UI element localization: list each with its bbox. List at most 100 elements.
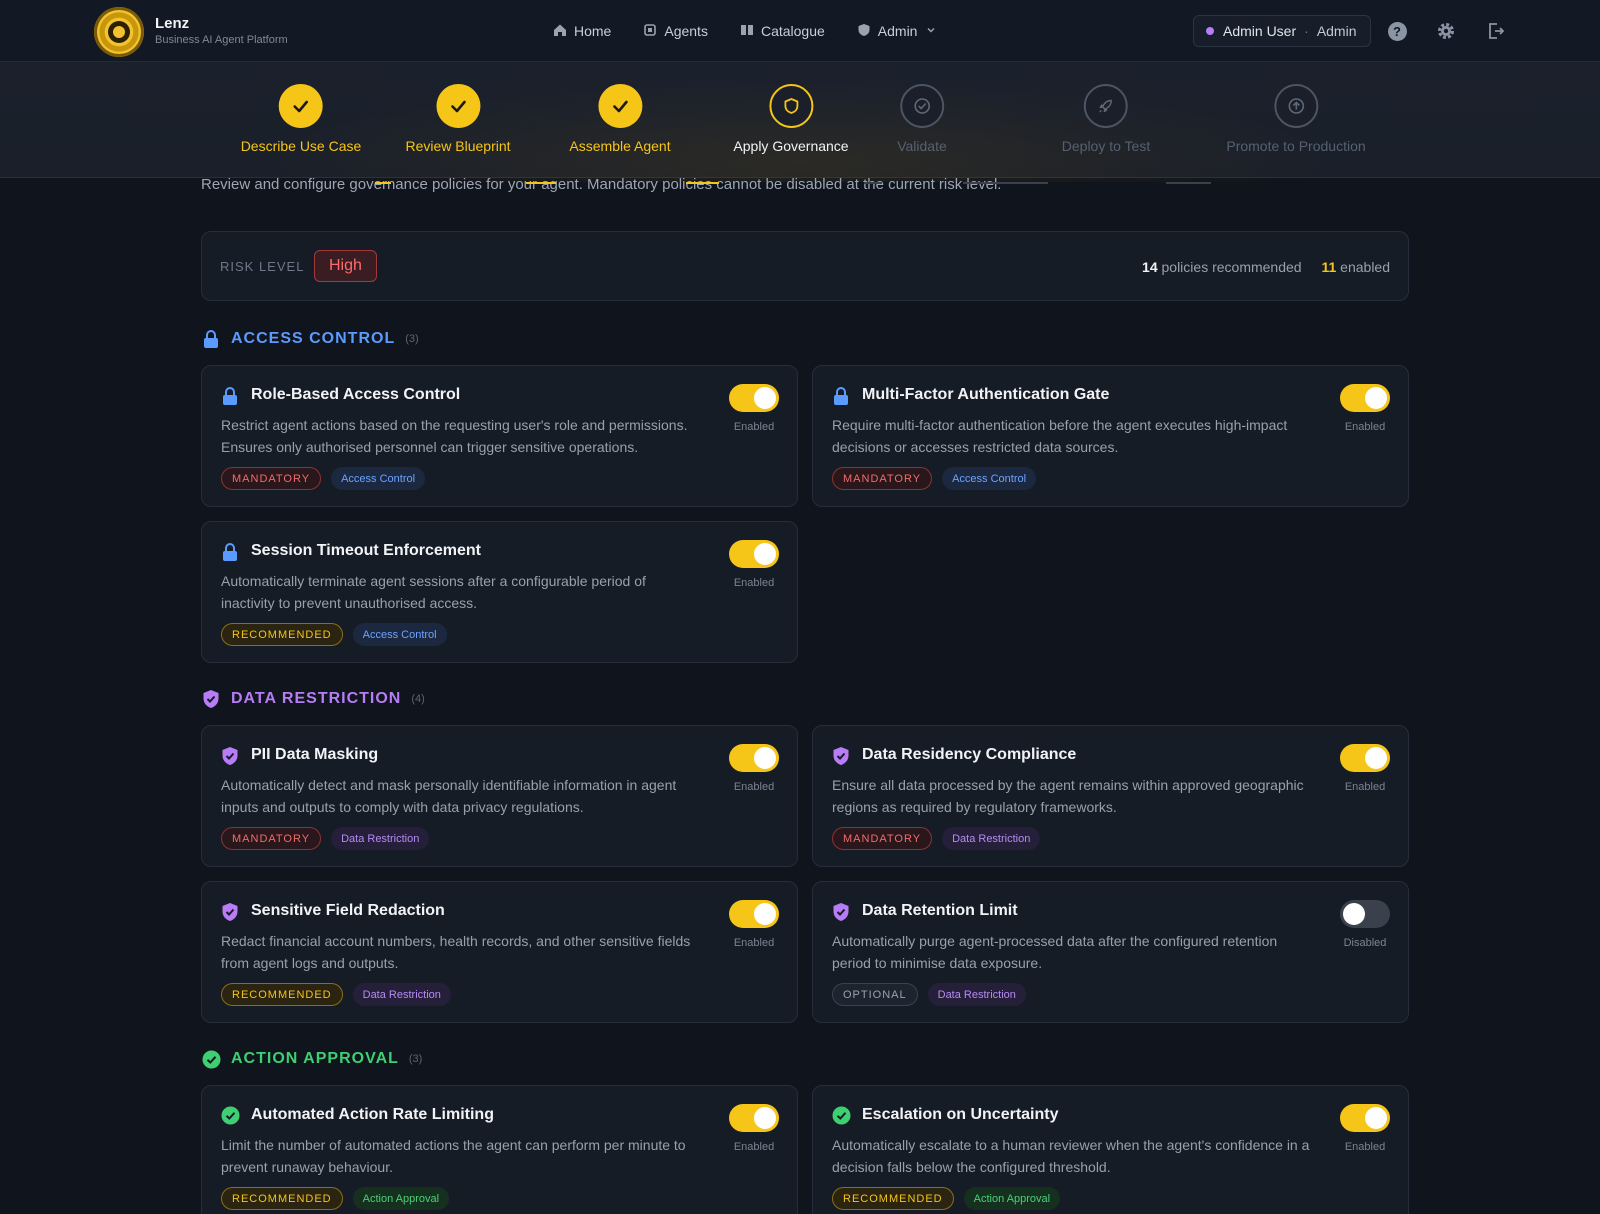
policy-category-tag: Action Approval (963, 1187, 1061, 1210)
toggle-state-label: Enabled (1344, 1141, 1386, 1153)
policy-category-tag: Access Control (331, 467, 426, 490)
policy-description: Automatically terminate agent sessions a… (221, 573, 646, 611)
user-menu[interactable]: Admin User · Admin (1193, 15, 1371, 47)
status-dot (1206, 27, 1214, 35)
risk-summary: RISK LEVEL High 14 policies recommended … (201, 231, 1409, 301)
policy-toggle[interactable] (1340, 900, 1390, 928)
check-icon (597, 84, 642, 128)
nav-admin-label: Admin (877, 23, 918, 39)
step-review-blueprint[interactable]: Review Blueprint (405, 84, 511, 154)
nav-admin[interactable]: Admin (857, 20, 937, 42)
policy-card: Automated Action Rate Limiting Limit the… (201, 1085, 798, 1214)
help-icon[interactable]: ? (1386, 20, 1408, 42)
section-count: (3) (408, 1053, 423, 1065)
user-separator: · (1304, 23, 1309, 39)
policy-toggle[interactable] (729, 744, 779, 772)
shield-check-icon (832, 746, 850, 766)
policy-toggle[interactable] (729, 900, 779, 928)
policy-title: PII Data Masking (251, 746, 379, 763)
policy-toggle[interactable] (729, 1104, 779, 1132)
policy-level-badge: OPTIONAL (832, 983, 918, 1006)
policy-description: Automatically detect and mask personally… (221, 777, 677, 815)
toggle-state-label: Enabled (733, 937, 775, 949)
policy-toggle[interactable] (729, 384, 779, 412)
policy-description: Require multi-factor authentication befo… (832, 417, 1288, 455)
policy-title: Sensitive Field Redaction (251, 902, 445, 919)
lock-icon (201, 329, 221, 349)
recommended-text: policies recommended (1161, 259, 1302, 275)
policy-title: Data Retention Limit (862, 902, 1018, 919)
policy-description: Restrict agent actions based on the requ… (221, 417, 688, 455)
risk-level-badge: High (314, 250, 377, 282)
policy-level-badge: MANDATORY (832, 827, 933, 850)
policy-title: Automated Action Rate Limiting (251, 1106, 494, 1123)
policy-category-tag: Action Approval (352, 1187, 450, 1210)
policy-level-badge: MANDATORY (221, 467, 322, 490)
section-count: (3) (405, 333, 419, 345)
app-tagline: Business AI Agent Platform (155, 34, 288, 46)
nav-home[interactable]: Home (553, 20, 611, 42)
enabled-count: 11 (1321, 259, 1337, 275)
section-title: ACCESS CONTROL (231, 330, 396, 347)
toggle-state-label: Enabled (1344, 781, 1386, 793)
policy-category-tag: Access Control (942, 467, 1037, 490)
step-connector (1166, 182, 1211, 184)
step-connector (686, 182, 719, 184)
toggle-state-label: Enabled (733, 577, 775, 589)
toggle-state-label: Enabled (1344, 421, 1386, 433)
shield-check-icon (832, 902, 850, 922)
gear-icon[interactable] (1435, 20, 1457, 42)
policy-category-tag: Data Restriction (942, 827, 1041, 850)
logout-icon[interactable] (1485, 20, 1507, 42)
policy-description: Automatically escalate to a human review… (832, 1137, 1310, 1175)
nav-catalogue[interactable]: Catalogue (740, 20, 825, 42)
step-label: Apply Governance (733, 138, 849, 154)
policy-level-badge: RECOMMENDED (221, 623, 343, 646)
policy-toggle[interactable] (1340, 1104, 1390, 1132)
home-icon (553, 23, 567, 40)
risk-label: RISK LEVEL (220, 259, 305, 274)
step-assemble-agent[interactable]: Assemble Agent (569, 84, 671, 154)
user-role: Admin (1316, 23, 1357, 39)
rocket-icon (1084, 84, 1128, 128)
step-connector (864, 182, 882, 184)
arrow-up-circle-icon (1273, 84, 1318, 128)
check-icon (278, 84, 323, 128)
section-action-approval: ACTION APPROVAL (3) (201, 1049, 422, 1069)
policy-category-tag: Access Control (352, 623, 447, 646)
step-describe-use-case[interactable]: Describe Use Case (240, 84, 362, 154)
section-data-restriction: DATA RESTRICTION (4) (201, 689, 425, 709)
policy-card: Sensitive Field Redaction Redact financi… (201, 881, 798, 1023)
policy-toggle[interactable] (729, 540, 779, 568)
policy-level-badge: RECOMMENDED (832, 1187, 954, 1210)
policy-stats: 14 policies recommended 11 enabled (1142, 259, 1390, 275)
step-label: Describe Use Case (240, 138, 362, 154)
app-name: Lenz (155, 15, 190, 32)
check-circle-icon (221, 1106, 240, 1126)
nav-agents-label: Agents (664, 23, 708, 39)
lock-icon (221, 386, 239, 406)
step-connector (526, 182, 556, 184)
check-icon (436, 84, 480, 128)
section-title: DATA RESTRICTION (231, 690, 402, 707)
top-navbar: Lenz Business AI Agent Platform Home Age… (0, 0, 1600, 62)
toggle-state-label: Enabled (733, 1141, 775, 1153)
policy-level-badge: MANDATORY (832, 467, 933, 490)
step-apply-governance[interactable]: Apply Governance (733, 84, 849, 154)
policy-title: Data Residency Compliance (862, 746, 1077, 763)
policy-toggle[interactable] (1340, 744, 1390, 772)
policy-card: Data Residency Compliance Ensure all dat… (812, 725, 1409, 867)
lenz-logo[interactable] (94, 7, 144, 57)
step-label: Validate (897, 138, 947, 154)
policy-toggle[interactable] (1340, 384, 1390, 412)
policy-category-tag: Data Restriction (927, 983, 1026, 1006)
policy-category-tag: Data Restriction (331, 827, 430, 850)
nav-home-label: Home (574, 23, 612, 39)
section-access-control: ACCESS CONTROL (3) (201, 329, 419, 349)
step-validate: Validate (897, 84, 947, 154)
policy-card: Data Retention Limit Automatically purge… (812, 881, 1409, 1023)
section-title: ACTION APPROVAL (231, 1050, 399, 1067)
nav-agents[interactable]: Agents (643, 20, 708, 42)
policy-card: Multi-Factor Authentication Gate Require… (812, 365, 1409, 507)
main-nav: Home Agents Catalogue Admin (553, 20, 968, 42)
